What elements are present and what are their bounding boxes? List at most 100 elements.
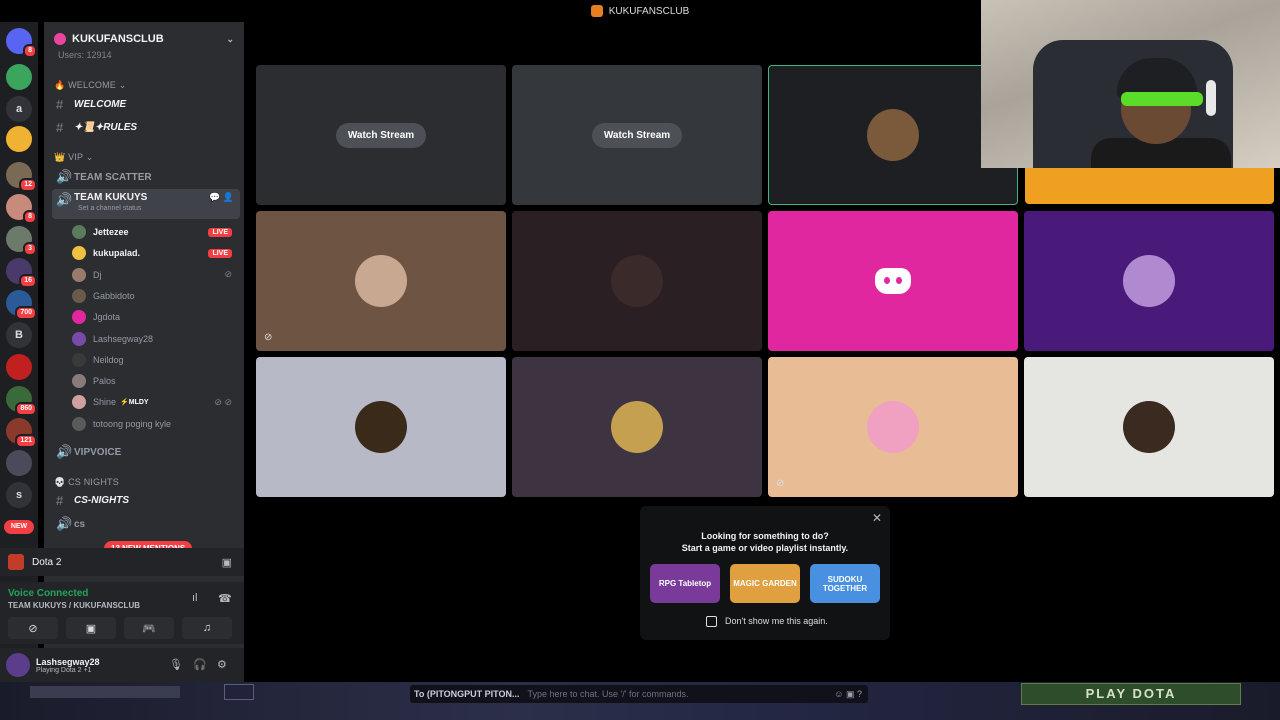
microphone-icon[interactable]: 🎙 [169,658,183,671]
participant-tile-6[interactable] [768,211,1018,351]
chat-and-invite-icons[interactable]: 💬 👤 [209,192,234,203]
voice-user-6[interactable]: Neildog [72,351,232,369]
channel-team-kukuys[interactable]: 🔊 TEAM KUKUYS Set a channel status 💬 👤 [52,189,240,219]
activity-card-2[interactable]: SUDOKU TOGETHER [810,564,880,603]
server-icon-12[interactable]: 121 [6,418,37,448]
channel-team-scatter[interactable]: 🔊 TEAM SCATTER [52,167,240,187]
avatar[interactable] [6,653,30,677]
avatar [72,395,86,410]
voice-channel-label[interactable]: TEAM KUKUYS / KUKUFANSCLUB [8,601,140,610]
gear-icon[interactable]: ⚙ [217,658,227,671]
server-icon-11[interactable]: 860 [6,386,37,416]
cap-brim [1121,92,1203,106]
chat-target[interactable]: To (PITONGPUT PITON... [414,689,520,699]
headphones-icon[interactable]: 🎧 [193,658,207,671]
close-icon[interactable]: ✕ [872,511,882,525]
watch-stream-button[interactable]: Watch Stream [335,122,427,148]
server-icon-1[interactable] [6,64,32,90]
voice-user-name: Palos [93,376,116,387]
server-icon-9[interactable]: B [6,322,32,348]
category-cs-nights[interactable]: 💀 CS NIGHTS [54,477,119,488]
participant-tile-5[interactable] [512,211,762,351]
mention-badge: 16 [19,274,37,288]
dont-show-label[interactable]: Don't show me this again. [725,616,828,626]
category-welcome[interactable]: 🔥 WELCOME ⌄ [54,80,126,91]
activity-game: Dota 2 [32,556,62,568]
tile-orange-strip [1025,168,1274,204]
voice-user-3[interactable]: Gabbidoto [72,287,232,305]
participant-tile-1[interactable]: Watch Stream [512,65,762,205]
users-count: Users: 12914 [58,50,112,60]
activity-row[interactable]: Dota 2 ▣ [0,548,244,576]
channel-status[interactable]: Set a channel status [78,205,141,212]
voice-user-7[interactable]: Palos [72,372,232,390]
activity-card-0[interactable]: RPG Tabletop [650,564,720,603]
server-icon-13[interactable] [6,450,32,476]
avatar [72,374,86,389]
participant-tile-7[interactable] [1024,211,1274,351]
signal-icon[interactable]: ıl [192,592,198,604]
screen-share-icon[interactable]: ▣ [222,556,232,569]
server-icon-6[interactable]: 3 [6,226,37,256]
chevron-down-icon[interactable]: ⌄ [226,34,234,45]
participant-tile-0[interactable]: Watch Stream [256,65,506,205]
popup-subheading: Start a game or video playlist instantly… [681,543,849,553]
participant-tile-8[interactable] [256,357,506,497]
game-chat-input[interactable]: To (PITONGPUT PITON... Type here to chat… [410,685,868,703]
participant-tile-11[interactable] [1024,357,1274,497]
channel-label: WELCOME [74,98,127,110]
server-icon-7[interactable]: 16 [6,258,37,288]
share-screen-button[interactable]: ▣ [66,617,116,639]
server-icon-0[interactable]: 8 [6,28,37,58]
channel-label: ✦📜✦RULES [74,121,138,133]
voice-user-5[interactable]: Lashsegway28 [72,330,232,348]
voice-user-1[interactable]: kukupalad. LIVE [72,244,232,262]
camera-button[interactable]: ⊘ [8,617,58,639]
server-icon-2[interactable]: a [6,96,32,122]
server-icon-5[interactable]: 8 [6,194,37,224]
voice-user-8[interactable]: Shine ⚡MLDY ⊘ ⊘ [72,393,232,411]
gamepad-icon: 🎮 [142,622,156,635]
voice-user-9[interactable]: totoong poging kyle [72,415,232,433]
channel-cs-partial[interactable]: 🔊 cs [52,514,240,534]
server-icon-3[interactable] [6,126,32,152]
avatar [72,352,86,367]
dont-show-checkbox[interactable] [706,616,717,627]
channel-cs-nights[interactable]: # CS-NIGHTS [52,490,240,510]
server-icon-4[interactable]: 12 [6,162,37,192]
activities-button[interactable]: 🎮 [124,617,174,639]
deafened-icon: ⊘ ⊘ [214,396,232,407]
soundboard-button[interactable]: ♫ [182,617,232,639]
category-vip[interactable]: 👑 VIP ⌄ [54,152,94,163]
watch-stream-button[interactable]: Watch Stream [591,122,683,148]
channel-rules[interactable]: # ✦📜✦RULES [52,117,240,137]
channel-label: CS-NIGHTS [74,494,129,506]
server-icon-8[interactable]: 700 [6,290,37,320]
new-servers-pill[interactable]: NEW [4,520,34,534]
avatar [72,331,86,346]
avatar [1123,401,1175,453]
chat-options-icons[interactable]: ☺ ▣ ? [834,689,862,700]
disconnect-icon[interactable]: ☎ [218,592,232,605]
participant-tile-4[interactable]: ⊘ [256,211,506,351]
channel-vipvoice[interactable]: 🔊 VIPVOICE [52,442,240,462]
voice-connection-panel: Voice Connected TEAM KUKUYS / KUKUFANSCL… [0,582,244,644]
voice-connected-label[interactable]: Voice Connected [8,588,88,599]
server-icon-14[interactable]: s [6,482,32,508]
guild-header[interactable]: KUKUFANSCLUB ⌄ [44,28,244,50]
play-dota-button[interactable]: PLAY DOTA [1021,683,1241,705]
guild-name: KUKUFANSCLUB [72,33,164,45]
activity-card-1[interactable]: MAGIC GARDEN [730,564,800,603]
participant-tile-9[interactable] [512,357,762,497]
server-icon-10[interactable] [6,354,32,380]
channel-welcome[interactable]: # WELCOME [52,94,240,114]
participant-tile-10[interactable]: ⊘ [768,357,1018,497]
game-hud-button[interactable] [224,684,254,700]
screen: KUKUFANSCLUB 8 a 12 8 3 16 700 B 860 121 s NEW KUK… [0,0,1280,720]
voice-user-0[interactable]: Jettezee LIVE [72,223,232,241]
game-hud-strip [30,686,180,698]
video-off-icon: ⊘ [28,622,38,635]
channel-label: VIPVOICE [74,446,122,458]
voice-user-2[interactable]: Dj ⊘ [72,266,232,284]
voice-user-4[interactable]: Jgdota [72,308,232,326]
